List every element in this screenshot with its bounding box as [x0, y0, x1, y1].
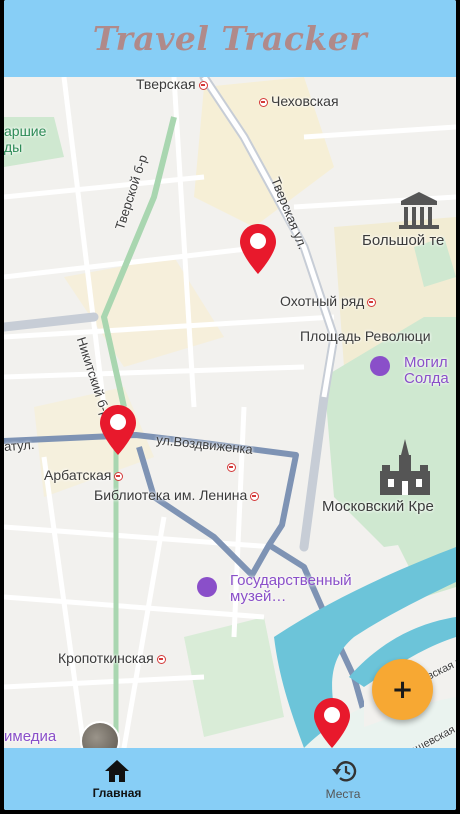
location-pin-icon[interactable] [312, 696, 352, 748]
nav-home-label: Главная [92, 785, 142, 800]
metro-icon [367, 297, 377, 307]
metro-icon [224, 458, 239, 474]
label-kremlin: Московский Кре [322, 498, 434, 515]
memorial-icon [370, 356, 390, 376]
metro-icon [250, 491, 260, 501]
location-pin-icon[interactable] [238, 222, 278, 276]
label-kropotkinskaya: Кропоткинская [58, 650, 169, 666]
kremlin-icon [380, 439, 430, 495]
label-lenin-library: Библиотека им. Ленина [94, 487, 262, 503]
nav-home[interactable]: Главная [4, 748, 230, 810]
label-bolshoi: Большой те [362, 232, 445, 249]
label-park: аршие ды [4, 123, 47, 155]
label-ploshchad: Площадь Революци [300, 328, 431, 344]
nav-places-label: Места [325, 786, 361, 801]
app-bar: Travel Tracker [4, 0, 456, 77]
location-pin-icon[interactable] [98, 403, 138, 457]
label-arbatskaya: Арбатская [44, 467, 126, 483]
label-media: имедиа [4, 728, 57, 745]
label-chekhovskaya: Чеховская [256, 93, 339, 109]
map-canvas [4, 77, 456, 748]
home-icon [105, 759, 129, 782]
metro-icon [114, 471, 124, 481]
label-museum: Государственный музей… [230, 572, 352, 605]
app-title: Travel Tracker [92, 19, 368, 58]
metro-icon [198, 80, 208, 90]
nav-places[interactable]: Места [230, 748, 456, 810]
metro-icon [259, 97, 268, 107]
app-frame: Travel Tracker Тверская Чеховская аршие … [4, 0, 456, 810]
museum-icon [197, 577, 217, 597]
map-view[interactable]: Тверская Чеховская аршие ды Тверской б-р … [4, 77, 456, 748]
label-tverskaya: Тверская [136, 77, 211, 92]
history-icon [332, 760, 357, 781]
theatre-icon [399, 192, 439, 229]
label-okhotny: Охотный ряд [280, 293, 379, 309]
bottom-navigation: Главная Места [4, 748, 456, 810]
add-place-button[interactable]: + [372, 659, 433, 720]
metro-icon [156, 654, 166, 664]
label-mogila: Могил Солда [404, 354, 449, 387]
label-arbat-st: атул. [4, 436, 35, 455]
